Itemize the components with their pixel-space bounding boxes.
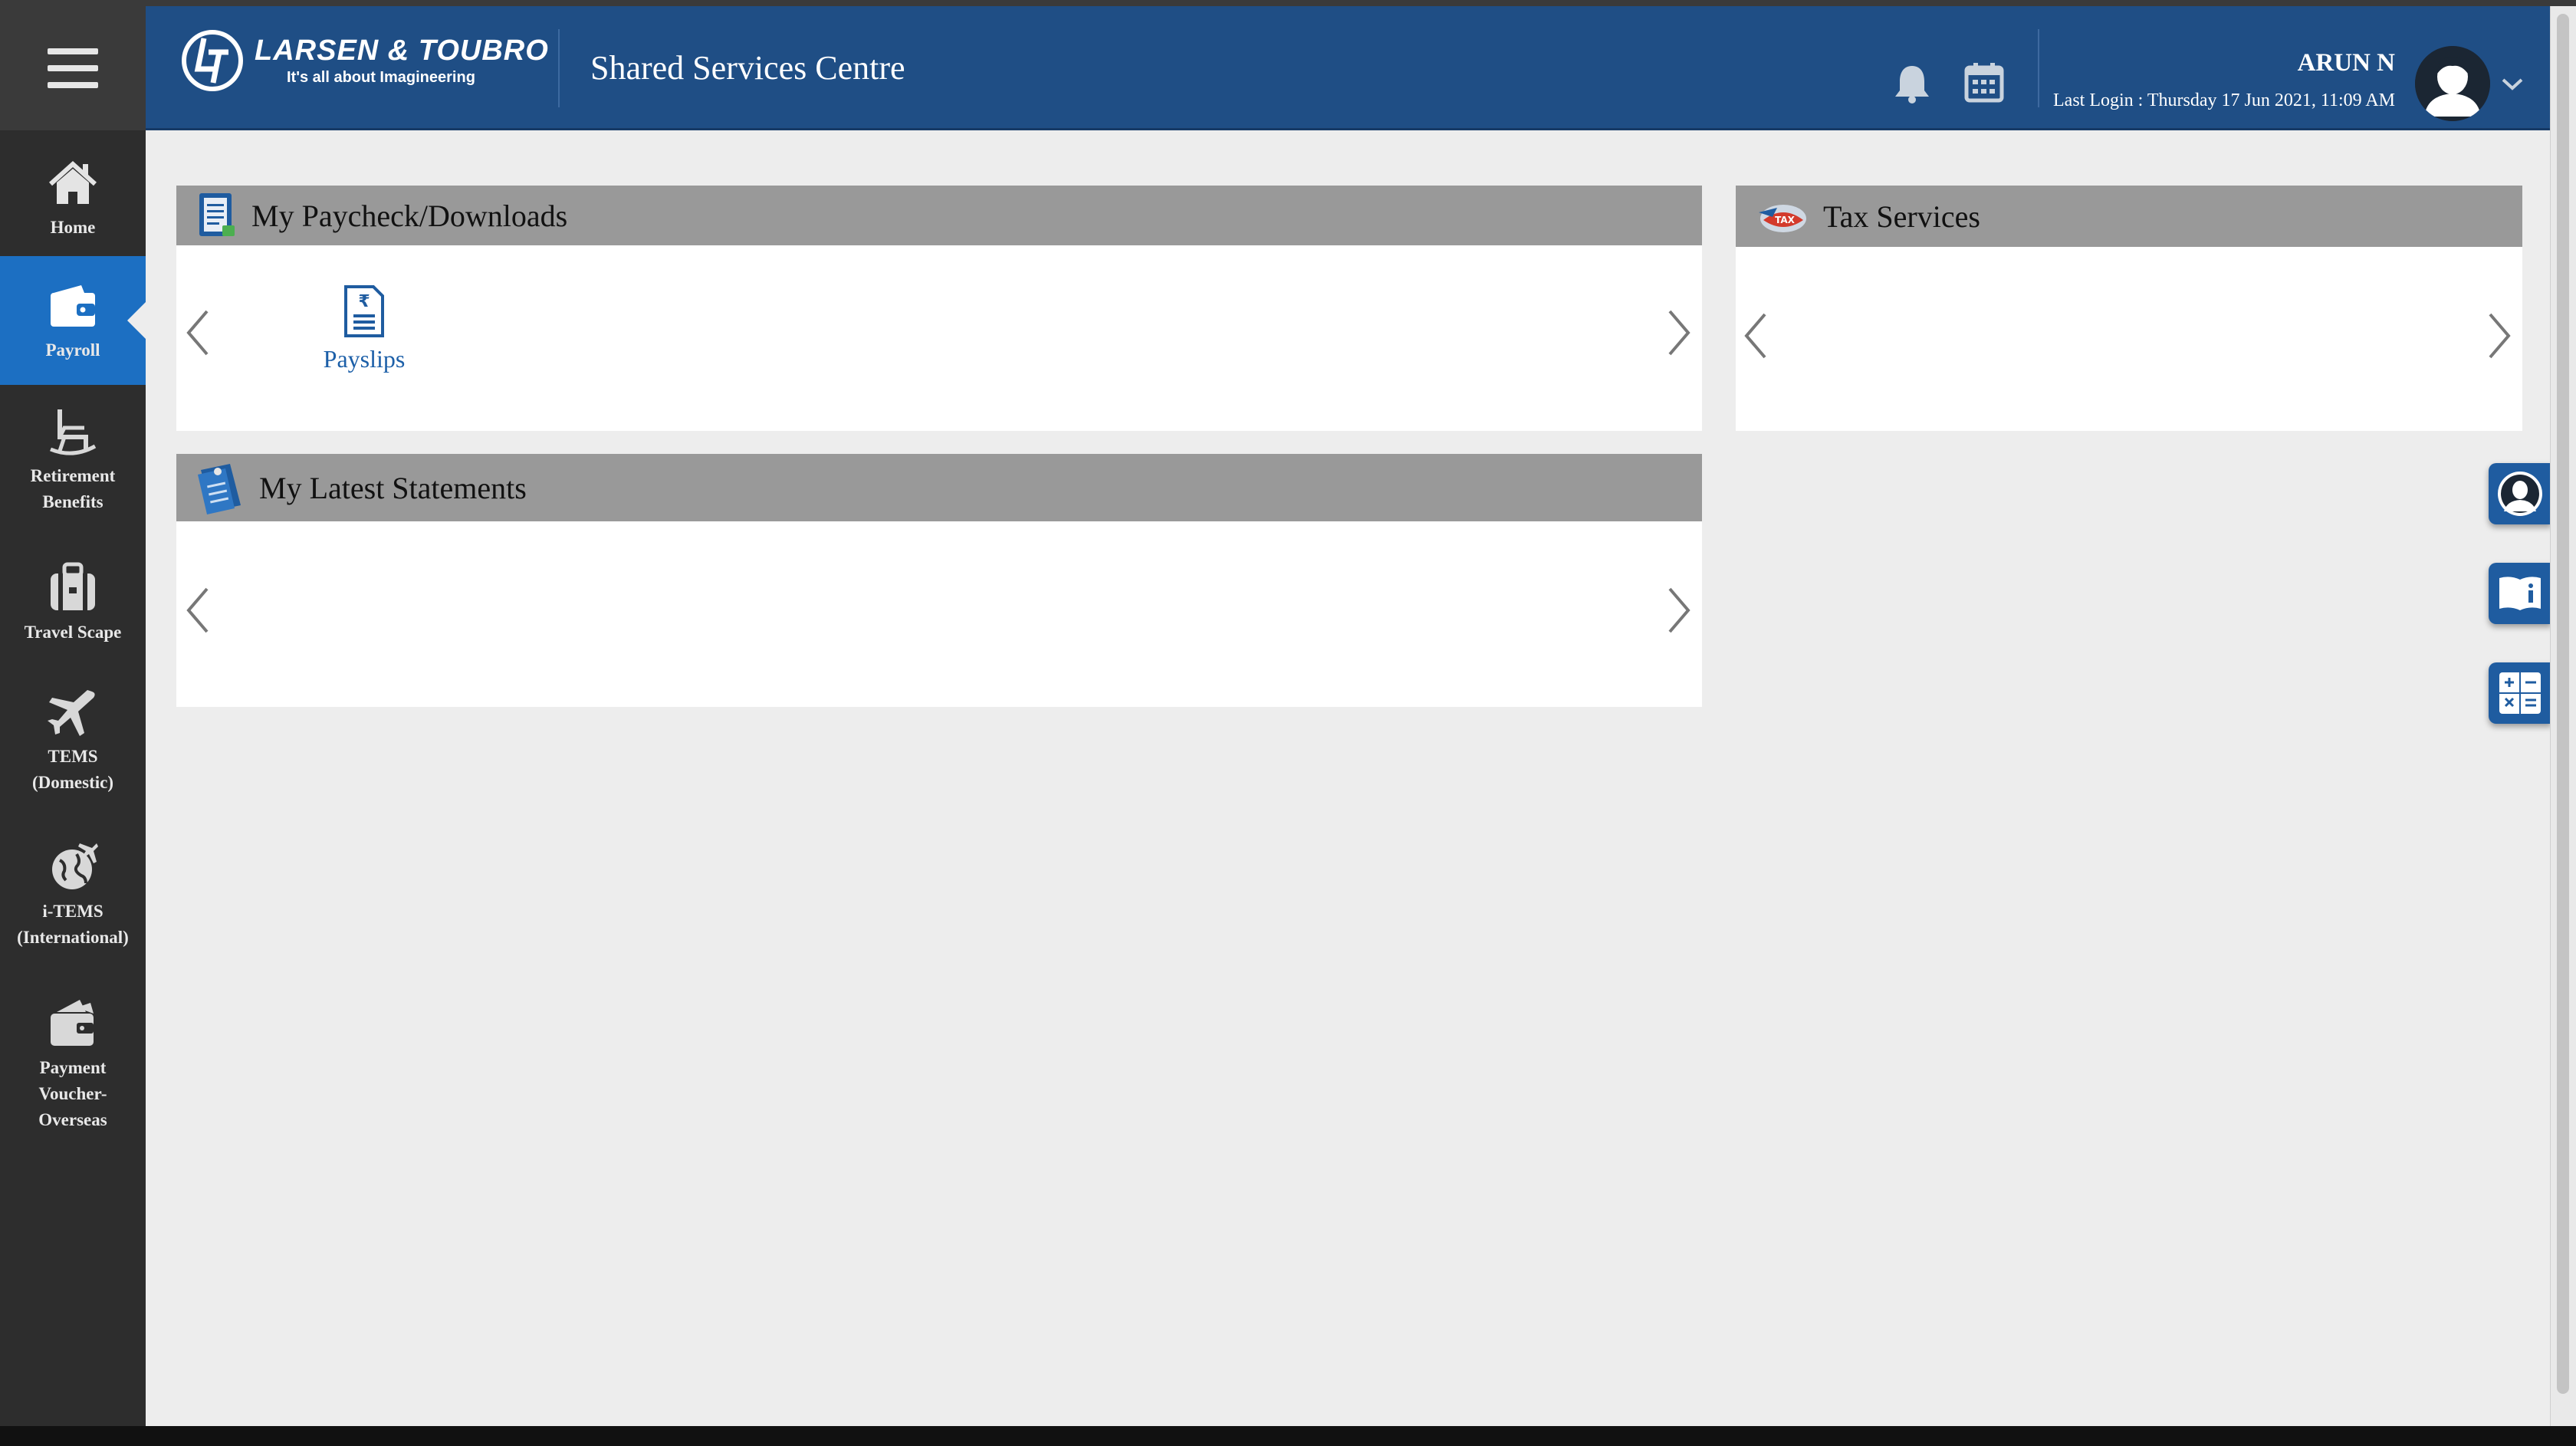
sidebar-item-label: i-TEMS <box>42 902 104 921</box>
calendar-icon[interactable] <box>1964 61 2004 103</box>
svg-text:₹: ₹ <box>358 292 370 311</box>
chevron-right-icon[interactable] <box>1665 308 1693 357</box>
tile-label: Payslips <box>323 345 406 373</box>
panel-header: My Latest Statements <box>176 454 1702 521</box>
panel-header: My Paycheck/Downloads <box>176 186 1702 245</box>
panel-title: My Latest Statements <box>259 470 527 505</box>
chevron-left-icon[interactable] <box>184 586 212 635</box>
chevron-right-icon[interactable] <box>1665 586 1693 635</box>
info-book-icon <box>2499 577 2541 610</box>
latest-statements-panel: My Latest Statements <box>176 454 1702 707</box>
sidebar-item-label: (Domestic) <box>31 773 113 792</box>
support-agent-button[interactable] <box>2489 463 2551 524</box>
sidebar-item-label: Voucher- <box>38 1084 107 1103</box>
chevron-right-icon[interactable] <box>2486 311 2513 360</box>
header-divider <box>558 29 560 107</box>
user-avatar-icon <box>2415 46 2490 121</box>
payment-voucher-icon <box>51 1000 94 1046</box>
vertical-scrollbar[interactable] <box>2550 6 2576 1426</box>
logo-tagline: It's all about Imagineering <box>287 69 475 86</box>
panel-header: TAX Tax Services <box>1736 186 2522 247</box>
logo-name: LARSEN & TOUBRO <box>255 35 549 67</box>
bell-icon[interactable] <box>1894 63 1930 104</box>
payslips-tile[interactable]: ₹ Payslips <box>322 284 406 373</box>
window-bottom-edge <box>0 1426 2576 1446</box>
sidebar-item-label: (International) <box>17 928 129 947</box>
lt-logo-icon <box>182 30 243 91</box>
panel-title: My Paycheck/Downloads <box>251 198 568 233</box>
sidebar-item-label: Retirement <box>30 466 116 485</box>
sidebar-item-label: Travel Scape <box>24 623 122 642</box>
last-login-text: Last Login : Thursday 17 Jun 2021, 11:09… <box>2053 90 2395 110</box>
rupee-document-icon: ₹ <box>344 285 384 337</box>
sidebar-item-payroll[interactable]: Payroll <box>0 256 146 385</box>
suitcase-icon <box>51 562 95 610</box>
header-divider <box>2038 29 2039 107</box>
sidebar-item-retirement-benefits[interactable]: Retirement Benefits <box>0 394 146 532</box>
calculator-button[interactable] <box>2489 662 2551 724</box>
sidebar-item-label: Payment <box>39 1058 107 1077</box>
chevron-left-icon[interactable] <box>184 308 212 357</box>
wallet-icon <box>51 285 95 327</box>
chevron-down-icon[interactable] <box>2501 77 2524 92</box>
document-icon <box>199 193 235 236</box>
sidebar: Home Payroll Retirement Benefits Travel … <box>0 6 146 1426</box>
tax-services-panel: TAX Tax Services <box>1736 186 2522 431</box>
scrollbar-thumb[interactable] <box>2557 14 2569 1394</box>
hamburger-menu-button[interactable] <box>0 6 146 130</box>
top-header: LARSEN & TOUBRO It's all about Imagineer… <box>146 6 2550 130</box>
sidebar-item-home[interactable]: Home <box>0 135 146 258</box>
calculator-icon <box>2499 672 2541 714</box>
hamburger-icon <box>48 43 98 94</box>
sidebar-item-payment-voucher-overseas[interactable]: Payment Voucher- Overseas <box>0 994 146 1147</box>
company-logo[interactable]: LARSEN & TOUBRO It's all about Imagineer… <box>181 29 549 92</box>
sidebar-item-label: TEMS <box>48 747 98 766</box>
support-agent-icon <box>2498 472 2542 516</box>
airplane-icon <box>48 690 95 736</box>
chevron-left-icon[interactable] <box>1742 311 1769 360</box>
sidebar-item-label: Home <box>50 218 96 237</box>
user-name: ARUN N <box>2297 49 2395 77</box>
sidebar-item-i-tems-international[interactable]: i-TEMS (International) <box>0 837 146 975</box>
sidebar-item-tems-domestic[interactable]: TEMS (Domestic) <box>0 681 146 819</box>
rocking-chair-icon <box>50 409 97 455</box>
user-avatar[interactable] <box>2415 46 2490 121</box>
sidebar-item-travel-scape[interactable]: Travel Scape <box>0 554 146 661</box>
sidebar-item-label: Payroll <box>45 340 100 360</box>
svg-text:TAX: TAX <box>1775 215 1796 225</box>
home-icon <box>48 160 97 204</box>
statement-icon <box>198 464 241 514</box>
info-book-button[interactable] <box>2489 563 2551 624</box>
sidebar-item-label: Overseas <box>38 1110 107 1129</box>
panel-title: Tax Services <box>1823 199 1980 234</box>
sidebar-item-label: Benefits <box>42 492 104 511</box>
paycheck-panel: My Paycheck/Downloads ₹ Payslips <box>176 186 1702 431</box>
globe-plane-icon <box>52 843 98 889</box>
window-top-edge <box>0 0 2576 6</box>
tax-icon: TAX <box>1759 205 1806 232</box>
app-title: Shared Services Centre <box>590 49 905 87</box>
